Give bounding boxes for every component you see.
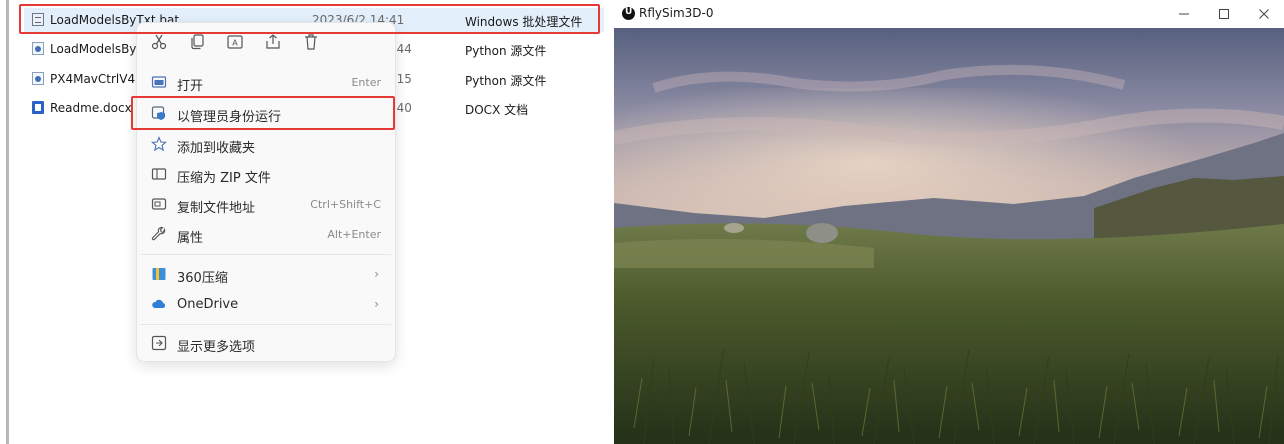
wrench-icon: [151, 226, 167, 242]
menu-item-label: 360压缩: [177, 271, 228, 286]
menu-item-label: 添加到收藏夹: [177, 141, 256, 156]
copy-path-icon: [151, 196, 167, 212]
share-icon[interactable]: [263, 32, 283, 52]
rflysim3d-window[interactable]: RflySim3D-0: [614, 0, 1284, 444]
chevron-right-icon: ›: [374, 297, 379, 311]
menu-item-compress-zip[interactable]: 压缩为 ZIP 文件: [137, 159, 395, 189]
close-icon: [1259, 9, 1269, 19]
maximize-icon: [1219, 9, 1229, 19]
menu-item-onedrive[interactable]: OneDrive ›: [137, 289, 395, 319]
context-menu: A 打开 Enter 以管理员身份运行 添加到收藏夹 压缩为 ZIP 文件 复制…: [136, 22, 396, 362]
menu-item-label: 打开: [177, 79, 204, 94]
minimize-button[interactable]: [1164, 0, 1204, 28]
word-file-icon: [32, 101, 44, 114]
menu-item-label: 压缩为 ZIP 文件: [177, 171, 271, 186]
file-name: Readme.docx: [50, 101, 132, 115]
rename-icon[interactable]: A: [225, 32, 245, 52]
python-file-icon: [32, 42, 44, 55]
unreal-engine-logo-icon: [622, 7, 635, 20]
open-icon: [151, 74, 167, 90]
file-explorer: LoadModelsByTxt.bat 2023/6/2 14:41 Windo…: [0, 0, 612, 444]
menu-separator: [141, 324, 391, 325]
file-type: Python 源文件: [465, 44, 547, 58]
delete-icon[interactable]: [301, 32, 321, 52]
copy-icon[interactable]: [187, 32, 207, 52]
highlight-box-bat-file: [19, 4, 600, 34]
explorer-left-edge: [6, 0, 9, 444]
file-type: DOCX 文档: [465, 103, 529, 117]
maximize-button[interactable]: [1204, 0, 1244, 28]
menu-item-label: 属性: [177, 231, 204, 246]
menu-item-label: 显示更多选项: [177, 340, 256, 355]
menu-item-copy-path[interactable]: 复制文件地址 Ctrl+Shift+C: [137, 189, 395, 219]
menu-item-shortcut: Alt+Enter: [327, 228, 381, 241]
3d-viewport-scene[interactable]: [614, 28, 1284, 444]
menu-item-shortcut: Ctrl+Shift+C: [310, 198, 381, 211]
more-options-icon: [151, 335, 167, 351]
window-title-bar[interactable]: RflySim3D-0: [614, 0, 1284, 28]
menu-item-360-archive[interactable]: 360压缩 ›: [137, 259, 395, 289]
menu-item-label: OneDrive: [177, 297, 239, 312]
cut-icon[interactable]: [149, 32, 169, 52]
onedrive-cloud-icon: [151, 296, 167, 312]
menu-item-add-to-favorites[interactable]: 添加到收藏夹: [137, 129, 395, 159]
chevron-right-icon: ›: [374, 267, 379, 281]
svg-text:A: A: [232, 39, 238, 48]
menu-item-label: 复制文件地址: [177, 201, 256, 216]
menu-item-open[interactable]: 打开 Enter: [137, 67, 395, 97]
minimize-icon: [1179, 13, 1189, 15]
menu-item-properties[interactable]: 属性 Alt+Enter: [137, 219, 395, 249]
file-type: Python 源文件: [465, 74, 547, 88]
close-button[interactable]: [1244, 0, 1284, 28]
360-archive-icon: [151, 266, 167, 282]
python-file-icon: [32, 72, 44, 85]
star-icon: [150, 136, 168, 152]
window-title: RflySim3D-0: [639, 6, 714, 20]
highlight-box-run-as-admin: [131, 96, 395, 130]
menu-item-show-more-options[interactable]: 显示更多选项: [137, 328, 395, 358]
menu-separator: [141, 254, 391, 255]
zip-icon: [151, 166, 167, 182]
menu-item-shortcut: Enter: [351, 76, 381, 89]
